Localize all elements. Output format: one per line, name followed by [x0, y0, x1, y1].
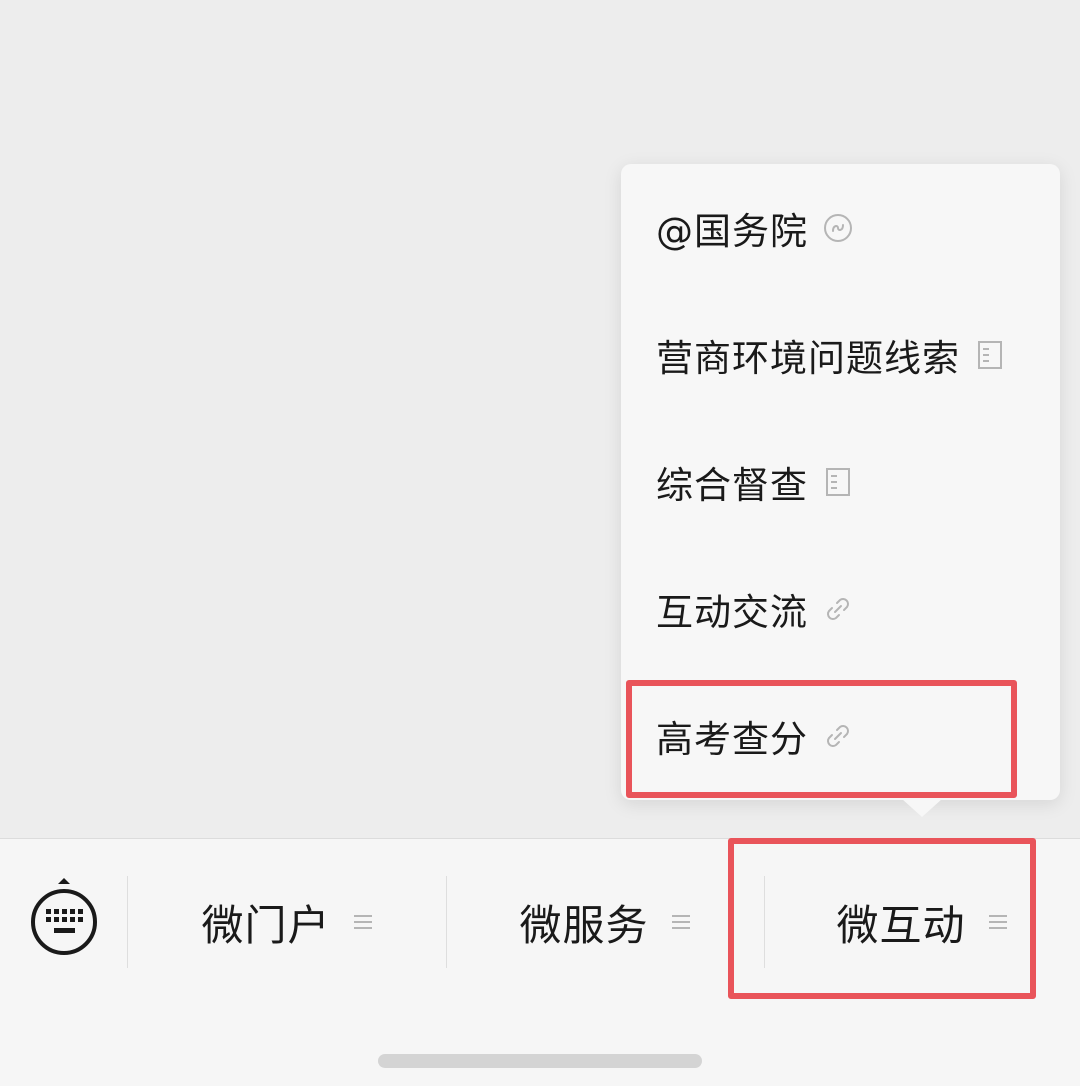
tab-label: 微互动 [836, 900, 966, 950]
menu-item-interactive-exchange[interactable]: 互动交流 [621, 545, 1060, 672]
menu-lines-icon [988, 915, 1007, 929]
menu-item-gaokao-score[interactable]: 高考查分 [621, 672, 1060, 799]
menu-item-label: @国务院 [656, 209, 808, 253]
menu-item-label: 高考查分 [656, 717, 808, 761]
menu-lines-icon [671, 915, 690, 929]
menu-lines-icon [353, 915, 372, 929]
home-indicator[interactable] [378, 1054, 702, 1068]
tab-label: 微门户 [201, 900, 331, 950]
article-icon [822, 466, 854, 498]
popup-arrow [902, 799, 942, 817]
menu-item-label: 综合督查 [656, 463, 808, 507]
tab-wei-interaction[interactable]: 微互动 [764, 876, 1080, 968]
keyboard-icon[interactable] [28, 877, 100, 957]
menu-item-guowuyuan[interactable]: @国务院 [621, 164, 1060, 291]
menu-item-label: 互动交流 [656, 590, 808, 634]
link-icon [822, 593, 854, 625]
tab-wei-service[interactable]: 微服务 [446, 876, 764, 968]
menu-item-label: 营商环境问题线索 [656, 336, 960, 380]
link-icon [822, 720, 854, 752]
menu-item-comprehensive-inspection[interactable]: 综合督查 [621, 418, 1060, 545]
popup-menu: @国务院 营商环境问题线索 综合督查 互动交流 高考查分 [621, 164, 1060, 800]
mini-program-icon [822, 212, 854, 244]
tab-wei-portal[interactable]: 微门户 [128, 876, 446, 968]
article-icon [974, 339, 1006, 371]
menu-item-business-environment[interactable]: 营商环境问题线索 [621, 291, 1060, 418]
tab-label: 微服务 [519, 900, 649, 950]
